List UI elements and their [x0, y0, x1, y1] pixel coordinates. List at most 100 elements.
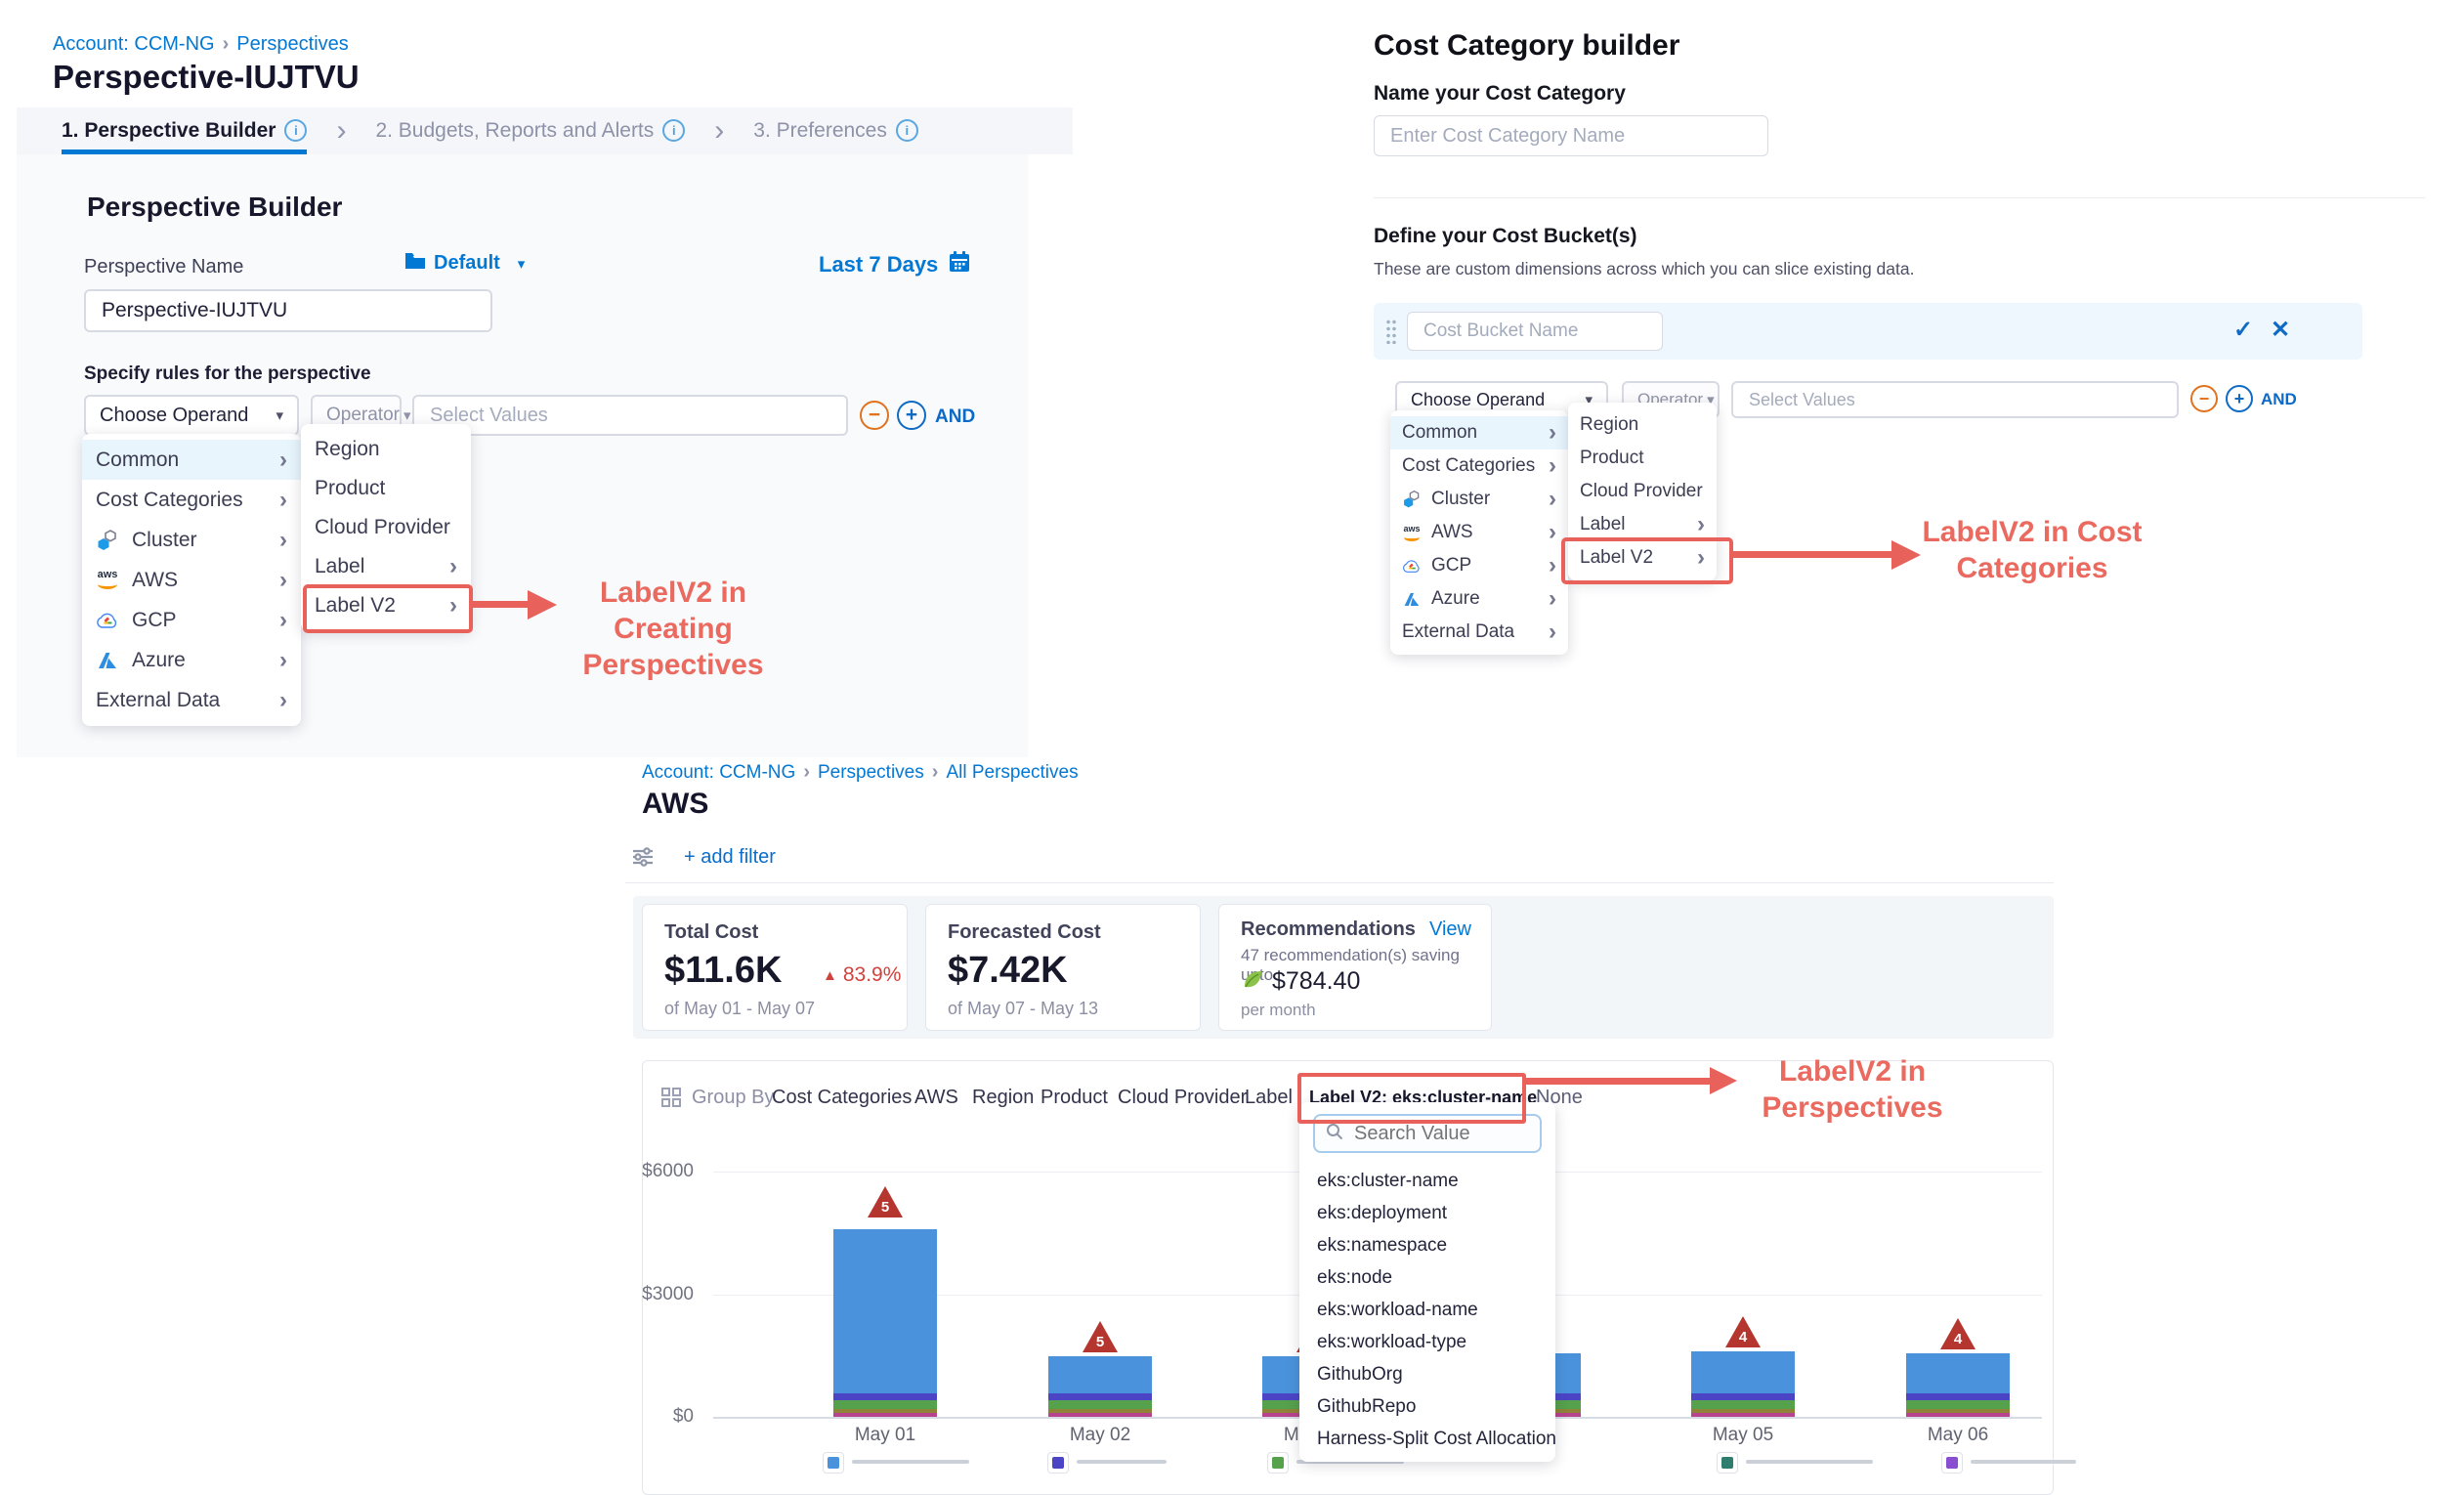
menu-item-external-data[interactable]: External Data› — [1390, 616, 1568, 649]
submenu-item-label: Cloud Provider — [315, 516, 450, 539]
close-bucket-icon[interactable]: ✕ — [2271, 316, 2290, 344]
menu-item-external-data[interactable]: External Data› — [82, 680, 301, 720]
bar-segment[interactable] — [1048, 1413, 1152, 1417]
add-rule-button[interactable]: + — [2226, 385, 2253, 412]
menu-item-cost-categories[interactable]: Cost Categories› — [1390, 449, 1568, 483]
tab-label: 1. Perspective Builder — [62, 119, 276, 143]
legend-swatch[interactable] — [823, 1452, 844, 1474]
value-option-eks-node[interactable]: eks:node — [1299, 1261, 1555, 1294]
remove-rule-button[interactable]: − — [2190, 385, 2218, 412]
forecasted-cost-value: $7.42K — [948, 950, 1068, 992]
value-option-githubrepo[interactable]: GithubRepo — [1299, 1390, 1555, 1423]
submenu-item-cloud-provider[interactable]: Cloud Provider — [301, 508, 471, 547]
menu-item-aws[interactable]: aws AWS› — [1390, 516, 1568, 549]
menu-item-cluster[interactable]: Cluster› — [82, 520, 301, 560]
add-rule-button[interactable]: + — [897, 401, 926, 430]
bar-segment[interactable] — [1906, 1393, 2010, 1400]
menu-item-azure[interactable]: Azure› — [1390, 582, 1568, 616]
view-link[interactable]: View — [1429, 918, 1471, 941]
groupby-item-aws[interactable]: AWS — [914, 1087, 958, 1109]
submenu-item-product[interactable]: Product — [1568, 442, 1717, 475]
breadcrumb-account-link[interactable]: Account: CCM-NG — [642, 762, 795, 783]
value-option-eks-deployment[interactable]: eks:deployment — [1299, 1197, 1555, 1229]
menu-item-cost-categories[interactable]: Cost Categories› — [82, 480, 301, 520]
and-label: AND — [2261, 390, 2297, 409]
bar-segment[interactable] — [833, 1400, 937, 1409]
azure-icon — [1402, 589, 1422, 609]
card-label: Forecasted Cost — [948, 921, 1101, 944]
breadcrumb-account-link[interactable]: Account: CCM-NG — [53, 33, 215, 55]
breadcrumb-perspectives-link[interactable]: Perspectives — [236, 33, 349, 55]
drag-handle-icon[interactable] — [1385, 319, 1397, 344]
groupby-item-label[interactable]: Label — [1245, 1087, 1293, 1109]
value-option-eks-workload-type[interactable]: eks:workload-type — [1299, 1326, 1555, 1358]
bar-segment[interactable] — [1691, 1393, 1795, 1400]
filter-icon[interactable] — [630, 844, 656, 875]
menu-item-azure[interactable]: Azure› — [82, 640, 301, 680]
bar-segment[interactable] — [1048, 1400, 1152, 1409]
value-option-githuborg[interactable]: GithubOrg — [1299, 1358, 1555, 1390]
bar-segment-main[interactable] — [833, 1229, 937, 1393]
legend-swatch[interactable] — [1941, 1452, 1963, 1474]
builder-heading: Perspective Builder — [87, 192, 342, 223]
tab-perspective-builder[interactable]: 1. Perspective Builder i — [62, 107, 307, 154]
menu-item-cluster[interactable]: Cluster› — [1390, 483, 1568, 516]
breadcrumb-all-perspectives-link[interactable]: All Perspectives — [946, 762, 1078, 783]
menu-item-gcp[interactable]: GCP› — [82, 600, 301, 640]
groupby-item-product[interactable]: Product — [1041, 1087, 1108, 1109]
breadcrumb-perspectives-link[interactable]: Perspectives — [818, 762, 924, 783]
cost-bucket-name-input[interactable] — [1407, 312, 1663, 351]
remove-rule-button[interactable]: − — [860, 401, 889, 430]
menu-item-gcp[interactable]: GCP› — [1390, 549, 1568, 582]
bar-may-01[interactable] — [833, 1229, 937, 1417]
menu-item-common[interactable]: Common› — [82, 440, 301, 480]
cost-category-name-input[interactable] — [1374, 115, 1768, 156]
gcp-icon — [1402, 556, 1422, 576]
value-option-harness-split-cost-allocation[interactable]: Harness-Split Cost Allocation — [1299, 1423, 1555, 1455]
bar-segment[interactable] — [1906, 1413, 2010, 1417]
folder-selector[interactable]: Default ▾ — [404, 252, 525, 275]
tab-budgets-reports-alerts[interactable]: 2. Budgets, Reports and Alerts i — [375, 107, 685, 154]
operand-menu: Common› Cost Categories› Cluster› aws AW… — [1390, 410, 1568, 655]
bar-may-05[interactable] — [1691, 1351, 1795, 1417]
menu-item-common[interactable]: Common› — [1390, 416, 1568, 449]
confirm-bucket-icon[interactable]: ✓ — [2233, 316, 2253, 344]
value-option-eks-workload-name[interactable]: eks:workload-name — [1299, 1294, 1555, 1326]
submenu-item-label[interactable]: Label› — [301, 547, 471, 586]
submenu-item-product[interactable]: Product — [301, 469, 471, 508]
submenu-item-region[interactable]: Region — [301, 430, 471, 469]
submenu-item-region[interactable]: Region — [1568, 408, 1717, 442]
bar-segment[interactable] — [1691, 1413, 1795, 1417]
tab-preferences[interactable]: 3. Preferences i — [753, 107, 918, 154]
bar-may-02[interactable] — [1048, 1356, 1152, 1417]
submenu-item-cloud-provider[interactable]: Cloud Provider — [1568, 475, 1717, 508]
groupby-item-cost-categories[interactable]: Cost Categories — [772, 1087, 912, 1109]
perspective-name-input[interactable] — [84, 289, 492, 332]
bar-segment[interactable] — [833, 1413, 937, 1417]
date-range-selector[interactable]: Last 7 Days — [819, 250, 971, 278]
value-option-eks-cluster-name[interactable]: eks:cluster-name — [1299, 1165, 1555, 1197]
bar-segment[interactable] — [833, 1393, 937, 1400]
menu-item-label: Cluster — [1431, 489, 1490, 510]
submenu-item-label[interactable]: Label› — [1568, 508, 1717, 541]
select-values-input[interactable] — [1731, 381, 2179, 418]
groupby-item-region[interactable]: Region — [972, 1087, 1034, 1109]
bar-segment[interactable] — [1691, 1400, 1795, 1409]
legend-swatch[interactable] — [1717, 1452, 1738, 1474]
groupby-item-cloud-provider[interactable]: Cloud Provider — [1118, 1087, 1247, 1109]
bar-segment[interactable] — [1048, 1393, 1152, 1400]
choose-operand-select[interactable]: Choose Operand ▾ — [84, 395, 299, 436]
legend-swatch[interactable] — [1267, 1452, 1289, 1474]
bar-segment-main[interactable] — [1906, 1353, 2010, 1393]
bar-segment[interactable] — [1906, 1400, 2010, 1409]
bar-may-06[interactable] — [1906, 1353, 2010, 1417]
bar-segment-main[interactable] — [1048, 1356, 1152, 1393]
search-value-input[interactable] — [1352, 1122, 1532, 1146]
add-filter-button[interactable]: + add filter — [684, 846, 776, 869]
bar-segment-main[interactable] — [1691, 1351, 1795, 1393]
annotation-line: Perspectives — [1741, 1089, 1964, 1126]
value-option-eks-namespace[interactable]: eks:namespace — [1299, 1229, 1555, 1261]
select-values-input[interactable] — [412, 395, 848, 436]
legend-swatch[interactable] — [1047, 1452, 1069, 1474]
menu-item-aws[interactable]: aws AWS› — [82, 560, 301, 600]
